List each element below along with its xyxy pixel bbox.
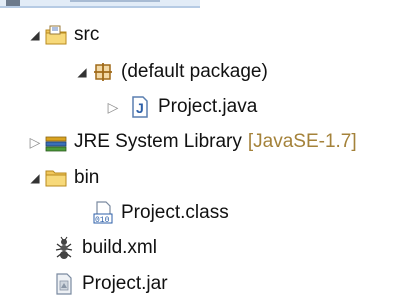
svg-text:J: J	[136, 100, 144, 116]
jar-file-icon	[52, 272, 76, 296]
tree-item-label: Project.java	[158, 96, 258, 117]
svg-text:010: 010	[95, 216, 110, 225]
folder-icon	[44, 166, 68, 190]
package-icon	[91, 60, 115, 84]
expanded-arrow-icon[interactable]: ◢	[26, 169, 44, 187]
tree-item-label: JRE System Library	[74, 131, 242, 152]
tree-item-project-class[interactable]: 010 Project.class	[91, 195, 229, 231]
tree-item-project-jar[interactable]: Project.jar	[52, 266, 168, 302]
tree-item-bin[interactable]: ◢ bin	[26, 160, 99, 196]
class-file-icon: 010	[91, 201, 115, 225]
tree-item-src[interactable]: ◢ src	[26, 17, 99, 53]
tree-item-label: (default package)	[121, 61, 268, 82]
partial-selected-row	[0, 0, 200, 11]
expanded-arrow-icon[interactable]: ◢	[26, 26, 44, 44]
tree-item-default-package[interactable]: ◢ (default package)	[73, 54, 268, 90]
tree-item-label: bin	[74, 167, 100, 188]
java-file-icon: J	[128, 95, 152, 119]
tree-item-jre-system-library[interactable]: ▷ JRE System Library [JavaSE-1.7]	[26, 124, 357, 160]
tree-item-label: Project.jar	[82, 273, 168, 294]
tree-item-label: Project.class	[121, 202, 229, 223]
collapsed-arrow-icon[interactable]: ▷	[104, 98, 122, 116]
tree-item-qualifier: [JavaSE-1.7]	[247, 131, 357, 152]
tree-item-label: src	[74, 24, 100, 45]
tree-item-build-xml[interactable]: build.xml	[52, 230, 157, 266]
source-folder-icon	[44, 23, 68, 47]
tree-item-label: build.xml	[82, 237, 157, 258]
library-icon	[44, 130, 68, 154]
collapsed-arrow-icon[interactable]: ▷	[26, 133, 44, 151]
tree-item-project-java[interactable]: ▷ J Project.java	[104, 89, 257, 125]
ant-build-icon	[52, 236, 76, 260]
expanded-arrow-icon[interactable]: ◢	[73, 63, 91, 81]
